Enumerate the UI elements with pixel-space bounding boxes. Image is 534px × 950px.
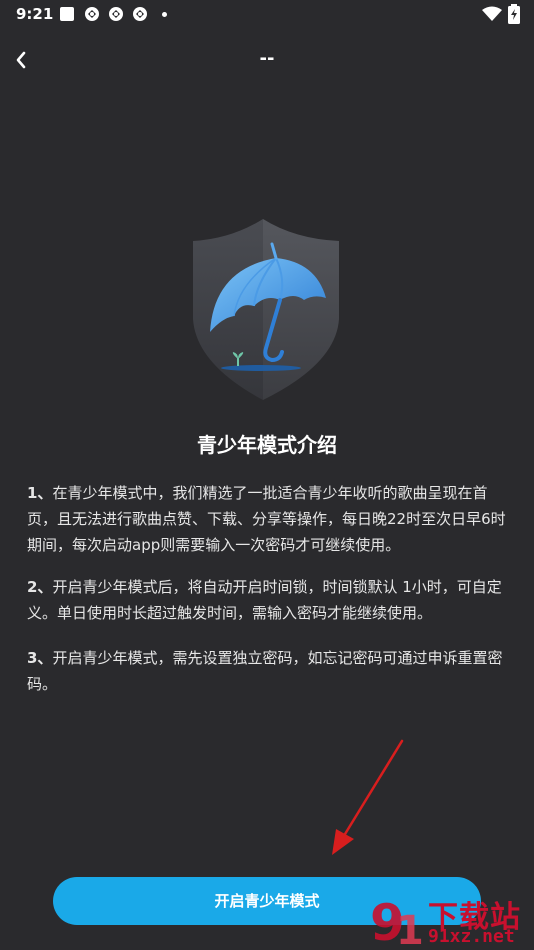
status-bar: 9:21 <box>0 0 534 28</box>
paragraph-text: 在青少年模式中，我们精选了一批适合青少年收听的歌曲呈现在首页，且无法进行歌曲点赞… <box>27 484 506 554</box>
svg-text:1: 1 <box>396 908 424 950</box>
page-title: -- <box>259 48 275 69</box>
intro-paragraph-3: 3、开启青少年模式，需先设置独立密码，如忘记密码可通过申诉重置密码。 <box>27 645 509 697</box>
screen: 9:21 -- 青少年模式介绍 1、在青少年模式中，我们精选了一批适合青少年收听… <box>0 0 534 950</box>
notification-app-icon <box>133 7 147 21</box>
notification-app-icon <box>60 7 74 21</box>
notification-app-icon <box>85 7 99 21</box>
paragraph-text: 开启青少年模式，需先设置独立密码，如忘记密码可通过申诉重置密码。 <box>27 649 503 693</box>
intro-paragraph-1: 1、在青少年模式中，我们精选了一批适合青少年收听的歌曲呈现在首页，且无法进行歌曲… <box>27 480 509 558</box>
annotation-arrow-icon <box>332 739 404 855</box>
paragraph-text: 开启青少年模式后，将自动开启时间锁，时间锁默认 1小时，可自定义。单日使用时长超… <box>27 578 502 622</box>
site-watermark: 9 1 下载站 91xz.net <box>366 890 534 950</box>
more-notifications-dot <box>162 12 167 17</box>
notification-app-icon <box>109 7 123 21</box>
wifi-icon <box>482 6 502 21</box>
shield-umbrella-icon <box>193 219 339 400</box>
watermark-url: 91xz.net <box>428 926 515 947</box>
paragraph-number: 2、 <box>27 578 53 596</box>
paragraph-number: 1、 <box>27 484 53 502</box>
battery-charging-icon <box>508 4 520 24</box>
intro-title: 青少年模式介绍 <box>197 433 337 457</box>
paragraph-number: 3、 <box>27 649 53 667</box>
status-time: 9:21 <box>16 5 54 23</box>
intro-paragraph-2: 2、开启青少年模式后，将自动开启时间锁，时间锁默认 1小时，可自定义。单日使用时… <box>27 574 509 626</box>
watermark-logo-icon: 9 1 <box>370 894 424 950</box>
